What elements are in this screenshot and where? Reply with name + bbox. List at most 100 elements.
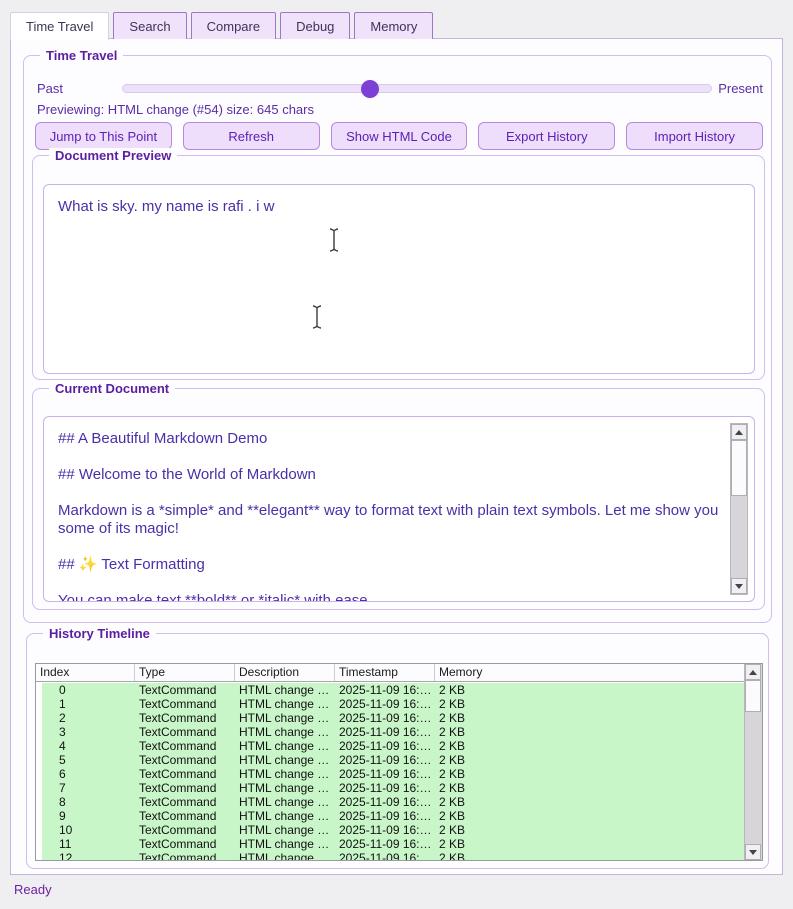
table-cell: 2 KB (435, 851, 744, 860)
table-cell: 2 KB (435, 753, 744, 767)
history-table-scrollbar[interactable] (744, 664, 762, 860)
scrollbar-thumb[interactable] (745, 680, 761, 712)
time-travel-button-row: Jump to This Point Refresh Show HTML Code E… (35, 122, 763, 150)
table-row[interactable]: 6TextCommandHTML change …2025-11-09 16:…… (42, 767, 744, 781)
table-cell: HTML change … (235, 767, 335, 781)
history-slider-thumb[interactable] (361, 80, 379, 98)
table-row[interactable]: 4TextCommandHTML change …2025-11-09 16:…… (42, 739, 744, 753)
jump-to-this-point-button[interactable]: Jump to This Point (35, 122, 172, 150)
table-cell: 2 KB (435, 711, 744, 725)
time-travel-group-label: Time Travel (40, 48, 123, 63)
table-cell: TextCommand (135, 823, 235, 837)
table-cell: TextCommand (135, 711, 235, 725)
export-history-button[interactable]: Export History (478, 122, 615, 150)
table-cell: HTML change … (235, 823, 335, 837)
table-cell: HTML change … (235, 851, 335, 860)
table-cell: HTML change … (235, 809, 335, 823)
table-cell: HTML change … (235, 781, 335, 795)
import-history-button[interactable]: Import History (626, 122, 763, 150)
table-cell: TextCommand (135, 697, 235, 711)
scroll-down-button[interactable] (731, 578, 747, 594)
table-cell: 2025-11-09 16:… (335, 697, 435, 711)
table-row[interactable]: 7TextCommandHTML change …2025-11-09 16:…… (42, 781, 744, 795)
current-document-text: ## A Beautiful Markdown Demo ## Welcome … (58, 430, 722, 602)
table-cell: 1 (42, 697, 135, 711)
document-preview-text: What is sky. my name is rafi . i w (58, 198, 722, 216)
table-cell: 2 KB (435, 725, 744, 739)
table-cell: 2025-11-09 16:… (335, 851, 435, 860)
column-header-memory[interactable]: Memory (435, 664, 762, 681)
tab-compare[interactable]: Compare (191, 12, 276, 39)
document-preview-group: Document Preview What is sky. my name is… (32, 155, 765, 380)
refresh-button[interactable]: Refresh (183, 122, 320, 150)
table-row[interactable]: 8TextCommandHTML change …2025-11-09 16:…… (42, 795, 744, 809)
table-cell: 2025-11-09 16:… (335, 795, 435, 809)
table-cell: 2 KB (435, 837, 744, 851)
table-row[interactable]: 0TextCommandHTML change …2025-11-09 16:…… (42, 683, 744, 697)
table-cell: TextCommand (135, 753, 235, 767)
table-cell: 2 KB (435, 823, 744, 837)
table-row[interactable]: 2TextCommandHTML change …2025-11-09 16:…… (42, 711, 744, 725)
table-cell: TextCommand (135, 767, 235, 781)
column-header-timestamp[interactable]: Timestamp (335, 664, 435, 681)
table-cell: 2025-11-09 16:… (335, 683, 435, 697)
table-cell: TextCommand (135, 837, 235, 851)
tab-debug[interactable]: Debug (280, 12, 350, 39)
table-cell: TextCommand (135, 725, 235, 739)
document-preview-textarea[interactable]: What is sky. my name is rafi . i w (43, 184, 755, 374)
table-cell: 2025-11-09 16:… (335, 753, 435, 767)
column-header-index[interactable]: Index (36, 664, 135, 681)
current-document-group: Current Document ## A Beautiful Markdown… (32, 388, 765, 610)
table-cell: HTML change … (235, 753, 335, 767)
column-header-description[interactable]: Description (235, 664, 335, 681)
table-cell: 2025-11-09 16:… (335, 711, 435, 725)
show-html-code-button[interactable]: Show HTML Code (331, 122, 468, 150)
table-cell: 3 (42, 725, 135, 739)
tab-search[interactable]: Search (113, 12, 186, 39)
table-cell: 4 (42, 739, 135, 753)
scroll-down-button[interactable] (745, 844, 761, 860)
table-cell: 2 KB (435, 767, 744, 781)
table-row[interactable]: 11TextCommandHTML change …2025-11-09 16:… (42, 837, 744, 851)
table-row[interactable]: 5TextCommandHTML change …2025-11-09 16:…… (42, 753, 744, 767)
tab-bar: Time TravelSearchCompareDebugMemory (10, 12, 433, 40)
history-table-body: 0TextCommandHTML change …2025-11-09 16:…… (36, 683, 744, 860)
table-cell: 9 (42, 809, 135, 823)
slider-past-label: Past (37, 81, 63, 96)
table-cell: 2 KB (435, 739, 744, 753)
table-cell: TextCommand (135, 739, 235, 753)
column-header-type[interactable]: Type (135, 664, 235, 681)
tab-time-travel[interactable]: Time Travel (10, 12, 109, 40)
table-cell: 2 (42, 711, 135, 725)
history-slider-track[interactable] (122, 84, 712, 93)
table-row[interactable]: 10TextCommandHTML change …2025-11-09 16:… (42, 823, 744, 837)
table-cell: HTML change … (235, 697, 335, 711)
scroll-up-button[interactable] (731, 424, 747, 440)
table-cell: 10 (42, 823, 135, 837)
table-cell: 0 (42, 683, 135, 697)
table-cell: HTML change … (235, 725, 335, 739)
table-cell: 2 KB (435, 683, 744, 697)
table-cell: 11 (42, 837, 135, 851)
text-cursor-icon (311, 304, 323, 330)
current-document-textarea[interactable]: ## A Beautiful Markdown Demo ## Welcome … (43, 416, 755, 602)
scroll-up-button[interactable] (745, 664, 761, 680)
history-timeline-group-label: History Timeline (43, 626, 156, 641)
table-row[interactable]: 9TextCommandHTML change …2025-11-09 16:…… (42, 809, 744, 823)
table-cell: 2025-11-09 16:… (335, 739, 435, 753)
table-cell: TextCommand (135, 795, 235, 809)
table-cell: 2 KB (435, 781, 744, 795)
table-cell: 7 (42, 781, 135, 795)
table-cell: TextCommand (135, 683, 235, 697)
table-cell: 2025-11-09 16:… (335, 823, 435, 837)
table-cell: HTML change … (235, 711, 335, 725)
current-document-scrollbar[interactable] (730, 423, 748, 595)
tab-memory[interactable]: Memory (354, 12, 433, 39)
document-preview-group-label: Document Preview (49, 148, 177, 163)
table-row[interactable]: 12TextCommandHTML change …2025-11-09 16:… (42, 851, 744, 860)
table-row[interactable]: 3TextCommandHTML change …2025-11-09 16:…… (42, 725, 744, 739)
scrollbar-thumb[interactable] (731, 440, 747, 496)
tab-content-panel: Time Travel Past Present Previewing: HTM… (10, 38, 783, 875)
table-row[interactable]: 1TextCommandHTML change …2025-11-09 16:…… (42, 697, 744, 711)
history-slider-row: Past Present (37, 78, 763, 98)
